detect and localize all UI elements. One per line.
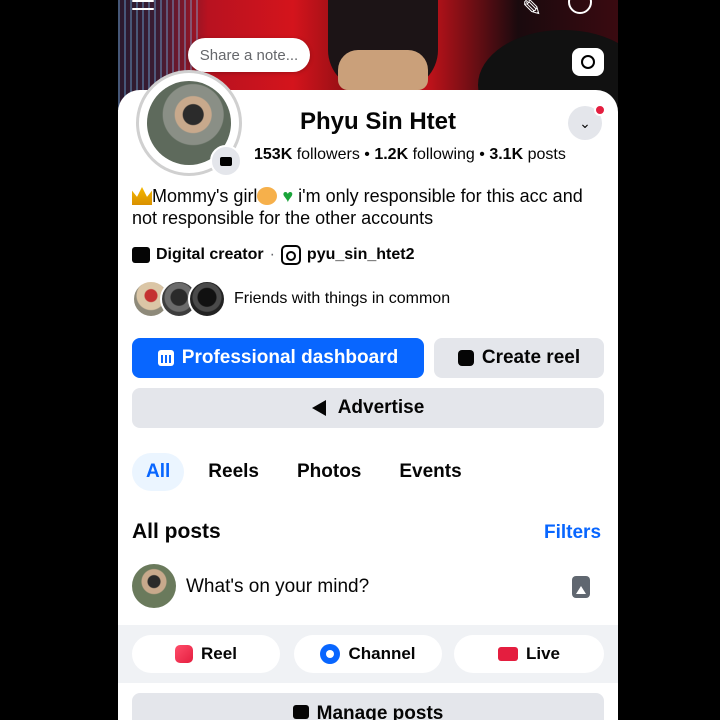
following-label: following bbox=[408, 146, 475, 163]
composer-actions: Reel Channel Live bbox=[118, 625, 618, 683]
posts-count: 3.1K bbox=[489, 146, 524, 163]
stat-separator: • bbox=[479, 146, 490, 163]
search-icon[interactable] bbox=[568, 0, 592, 14]
following-count[interactable]: 1.2K bbox=[374, 146, 408, 163]
live-action-button[interactable]: Live bbox=[454, 635, 604, 673]
all-posts-title: All posts bbox=[132, 520, 221, 543]
followers-count[interactable]: 153K bbox=[254, 146, 292, 163]
live-video-icon bbox=[497, 647, 518, 661]
profile-screen: ✎ Share a note... Phyu Sin Htet ⌄ 153K f… bbox=[118, 0, 618, 720]
profile-name: Phyu Sin Htet bbox=[299, 108, 456, 135]
avatar-camera-icon[interactable] bbox=[210, 145, 242, 177]
manage-posts-label: Manage posts bbox=[316, 703, 444, 720]
reel-icon bbox=[457, 350, 474, 366]
professional-dashboard-label: Professional dashboard bbox=[181, 347, 399, 368]
notification-dot bbox=[594, 104, 606, 116]
instagram-handle[interactable]: pyu_sin_htet2 bbox=[307, 246, 415, 264]
chevron-down-icon: ⌄ bbox=[579, 114, 591, 131]
category-label: Digital creator bbox=[156, 246, 264, 263]
reel-icon bbox=[175, 645, 194, 663]
channel-action-label: Channel bbox=[348, 644, 416, 663]
manage-posts-icon bbox=[292, 705, 309, 719]
friend-avatar bbox=[188, 280, 226, 318]
composer-avatar bbox=[132, 564, 176, 608]
green-heart-icon: ♥ bbox=[282, 186, 294, 206]
tab-all[interactable]: All bbox=[132, 453, 185, 491]
profile-meta: Digital creator · pyu_sin_htet2 bbox=[132, 245, 415, 265]
tab-events[interactable]: Events bbox=[385, 453, 475, 491]
profile-tabs: All Reels Photos Events bbox=[132, 453, 486, 491]
composer-prompt[interactable]: What's on your mind? bbox=[186, 576, 369, 598]
reel-action-label: Reel bbox=[201, 644, 237, 663]
meta-separator: · bbox=[269, 246, 275, 263]
filters-link[interactable]: Filters bbox=[544, 522, 601, 544]
cover-figure-legs bbox=[338, 50, 428, 90]
girl-emoji-icon bbox=[257, 187, 278, 205]
friends-label: Friends with things in common bbox=[234, 290, 451, 307]
manage-posts-button[interactable]: Manage posts bbox=[132, 693, 604, 720]
followers-label: followers bbox=[292, 146, 360, 163]
channel-icon bbox=[320, 644, 341, 664]
tab-reels[interactable]: Reels bbox=[194, 453, 273, 491]
tab-photos[interactable]: Photos bbox=[283, 453, 375, 491]
create-reel-button[interactable]: Create reel bbox=[434, 338, 604, 378]
create-reel-label: Create reel bbox=[481, 347, 581, 368]
menu-icon[interactable] bbox=[132, 0, 154, 14]
crown-emoji-icon bbox=[132, 187, 152, 205]
share-note-bubble[interactable]: Share a note... bbox=[188, 38, 310, 72]
live-action-label: Live bbox=[525, 644, 561, 663]
edit-pencil-icon[interactable]: ✎ bbox=[522, 0, 542, 23]
professional-dashboard-button[interactable]: Professional dashboard bbox=[132, 338, 424, 378]
instagram-icon bbox=[280, 245, 301, 265]
profile-bio: Mommy's girl ♥ i'm only responsible for … bbox=[132, 185, 612, 229]
stat-separator: • bbox=[364, 146, 375, 163]
mutual-friends[interactable]: Friends with things in common bbox=[132, 280, 450, 318]
photo-icon[interactable] bbox=[572, 576, 590, 598]
megaphone-icon bbox=[311, 400, 326, 416]
cover-camera-icon[interactable] bbox=[572, 48, 604, 76]
clapperboard-icon bbox=[132, 247, 150, 263]
advertise-label: Advertise bbox=[337, 397, 425, 418]
profile-stats: 153K followers • 1.2K following • 3.1K p… bbox=[254, 146, 618, 164]
reel-action-button[interactable]: Reel bbox=[132, 635, 280, 673]
bio-text-1: Mommy's girl bbox=[152, 186, 258, 206]
dashboard-icon bbox=[157, 350, 174, 366]
advertise-button[interactable]: Advertise bbox=[132, 388, 604, 428]
posts-label: posts bbox=[523, 146, 566, 163]
channel-action-button[interactable]: Channel bbox=[294, 635, 442, 673]
